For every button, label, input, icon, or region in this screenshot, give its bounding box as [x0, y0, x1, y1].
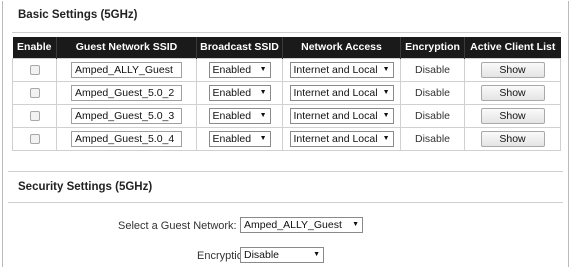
dropdown-arrow-icon: ▼ [259, 65, 267, 73]
ssid-input[interactable]: Amped_Guest_5.0_4 [71, 130, 182, 147]
dropdown-arrow-icon: ▼ [382, 134, 390, 142]
network-access-select[interactable]: Internet and Local ▼ [289, 84, 394, 101]
guest-network-value: Amped_ALLY_Guest [244, 219, 342, 231]
show-clients-button[interactable]: Show [480, 61, 545, 78]
broadcast-value: Enabled [212, 86, 252, 99]
access-value: Internet and Local [293, 63, 378, 76]
col-header-broadcast: Broadcast SSID [196, 37, 283, 58]
show-clients-button[interactable]: Show [480, 84, 545, 101]
dropdown-arrow-icon: ▼ [313, 251, 320, 258]
security-settings-title: Security Settings (5GHz) [18, 181, 153, 193]
access-value: Internet and Local [293, 109, 378, 122]
broadcast-value: Enabled [212, 109, 252, 122]
dropdown-arrow-icon: ▼ [382, 88, 390, 96]
basic-settings-title: Basic Settings (5GHz) [18, 9, 138, 21]
dropdown-arrow-icon: ▼ [259, 111, 267, 119]
enable-checkbox[interactable] [29, 87, 40, 98]
table-row: Amped_Guest_5.0_3 Enabled ▼ Internet and … [12, 103, 561, 128]
encryption-select[interactable]: Disable ▼ [240, 247, 324, 263]
dropdown-arrow-icon: ▼ [259, 88, 267, 96]
access-value: Internet and Local [293, 86, 378, 99]
table-row: Amped_ALLY_Guest Enabled ▼ Internet and L… [12, 57, 561, 82]
table-row: Amped_Guest_5.0_2 Enabled ▼ Internet and … [12, 80, 561, 105]
section-divider [8, 171, 563, 172]
security-title-divider [8, 202, 563, 203]
col-header-client-list: Active Client List [464, 37, 561, 58]
broadcast-ssid-select[interactable]: Enabled ▼ [208, 84, 271, 101]
ssid-input[interactable]: Amped_ALLY_Guest [71, 61, 182, 78]
broadcast-value: Enabled [212, 132, 252, 145]
enable-checkbox[interactable] [29, 110, 40, 121]
ssid-input[interactable]: Amped_Guest_5.0_2 [71, 84, 182, 101]
col-header-enable: Enable [12, 37, 57, 58]
col-header-ssid: Guest Network SSID [56, 37, 197, 58]
encryption-value: Disable [400, 80, 465, 105]
dropdown-arrow-icon: ▼ [382, 65, 390, 73]
dropdown-arrow-icon: ▼ [352, 221, 359, 228]
encryption-select-value: Disable [244, 249, 280, 261]
guest-network-label: Select a Guest Network: [118, 220, 237, 232]
encryption-value: Disable [400, 103, 465, 128]
show-clients-button[interactable]: Show [480, 107, 545, 124]
dropdown-arrow-icon: ▼ [382, 111, 390, 119]
ssid-input[interactable]: Amped_Guest_5.0_3 [71, 107, 182, 124]
encryption-value: Disable [400, 57, 465, 82]
network-access-select[interactable]: Internet and Local ▼ [289, 61, 394, 78]
network-access-select[interactable]: Internet and Local ▼ [289, 107, 394, 124]
col-header-encryption: Encryption [400, 37, 465, 58]
enable-checkbox[interactable] [29, 64, 40, 75]
table-header-row: Enable Guest Network SSID Broadcast SSID… [12, 37, 561, 58]
broadcast-ssid-select[interactable]: Enabled ▼ [208, 107, 271, 124]
broadcast-ssid-select[interactable]: Enabled ▼ [208, 130, 271, 147]
basic-settings-divider [12, 32, 561, 33]
broadcast-value: Enabled [212, 63, 252, 76]
col-header-access: Network Access [282, 37, 401, 58]
access-value: Internet and Local [293, 132, 378, 145]
enable-checkbox[interactable] [29, 133, 40, 144]
dropdown-arrow-icon: ▼ [259, 134, 267, 142]
broadcast-ssid-select[interactable]: Enabled ▼ [208, 61, 271, 78]
network-access-select[interactable]: Internet and Local ▼ [289, 130, 394, 147]
encryption-value: Disable [400, 126, 465, 151]
guest-network-select[interactable]: Amped_ALLY_Guest ▼ [240, 217, 363, 233]
table-row: Amped_Guest_5.0_4 Enabled ▼ Internet and … [12, 126, 561, 151]
show-clients-button[interactable]: Show [480, 130, 545, 147]
guest-network-table: Enable Guest Network SSID Broadcast SSID… [12, 37, 561, 151]
